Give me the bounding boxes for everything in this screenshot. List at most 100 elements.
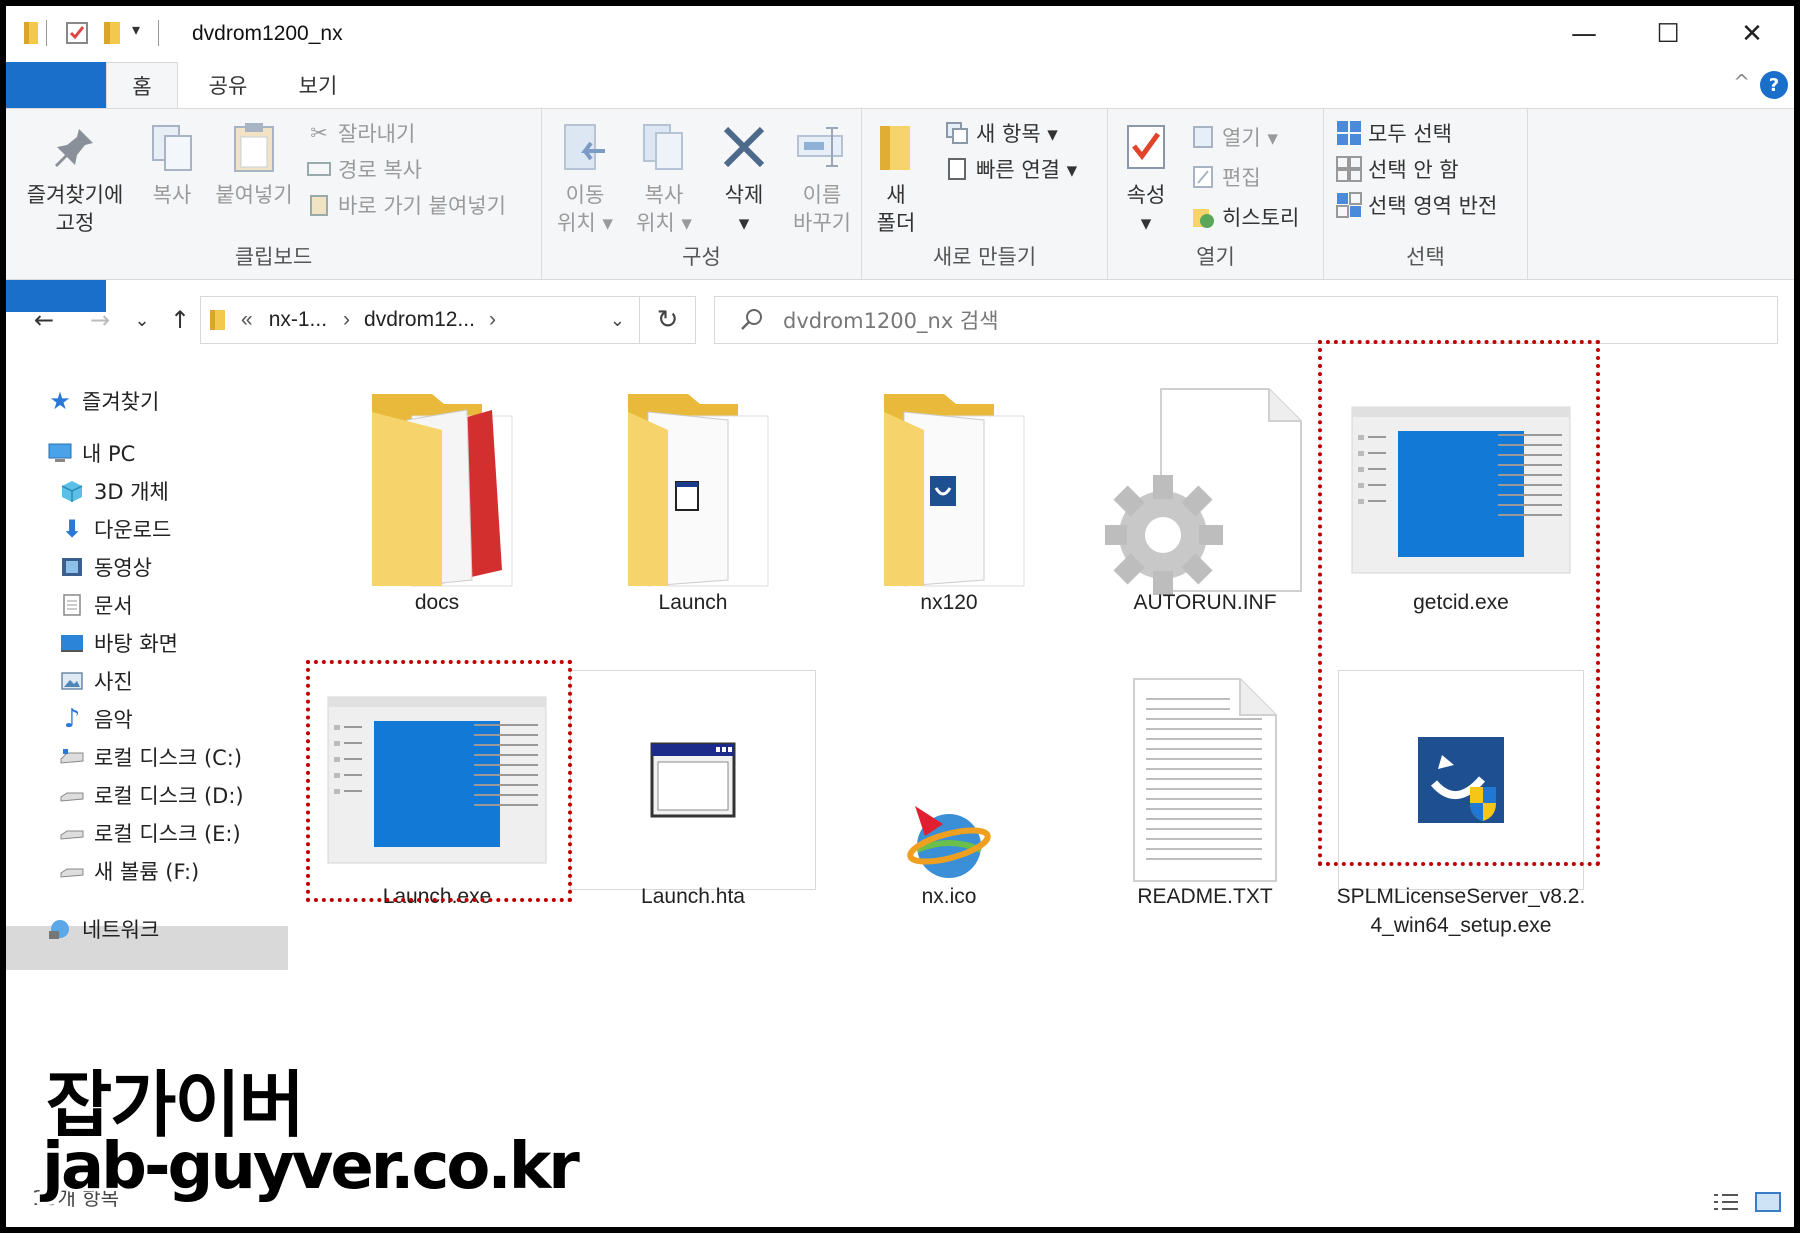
edit-icon xyxy=(1190,164,1216,190)
nav-quick-access[interactable]: ★ 즐겨찾기 xyxy=(46,380,328,422)
new-item-label: 새 항목 ▾ xyxy=(976,122,1058,146)
select-all-icon xyxy=(1336,120,1362,146)
edit-button[interactable]: 편집 xyxy=(1190,161,1261,193)
new-item-button[interactable]: 새 항목 ▾ xyxy=(944,117,1058,149)
address-dropdown-icon[interactable]: ⌄ xyxy=(610,310,625,331)
select-all-label: 모두 선택 xyxy=(1368,122,1452,146)
delete-x-icon xyxy=(723,126,765,168)
scissors-icon: ✂ xyxy=(310,121,328,145)
copy-to-button[interactable]: 복사 위치 ▾ xyxy=(624,119,704,237)
copy-to-label-1: 복사 xyxy=(644,183,684,207)
select-none-button[interactable]: 선택 안 함 xyxy=(1336,153,1459,185)
delete-button[interactable]: 삭제 ▾ xyxy=(710,119,778,237)
tab-view[interactable]: 보기 xyxy=(278,62,358,108)
properties-icon[interactable] xyxy=(64,20,90,46)
close-button[interactable]: ✕ xyxy=(1710,6,1794,62)
file-item[interactable]: nx.ico xyxy=(826,670,1072,920)
large-icons-view-icon[interactable] xyxy=(1754,1191,1782,1213)
file-name: nx.ico xyxy=(921,885,977,908)
desktop-icon xyxy=(58,629,86,657)
nav-label: 문서 xyxy=(94,594,133,618)
easy-access-icon xyxy=(944,156,970,182)
file-item[interactable]: Launch xyxy=(570,380,816,630)
invert-selection-button[interactable]: 선택 영역 반전 xyxy=(1336,189,1497,221)
move-to-button[interactable]: 이동 위치 ▾ xyxy=(550,119,620,237)
refresh-button[interactable]: ↻ xyxy=(640,296,696,344)
file-name: nx120 xyxy=(920,591,978,614)
breadcrumb-separator[interactable]: › xyxy=(343,308,350,332)
drive-icon xyxy=(58,743,86,771)
highlight-getcid-splm xyxy=(1318,340,1600,866)
explorer-window: ▾ dvdrom1200_nx — ☐ ✕ 파일 홈 공유 보기 ^ ? 즐겨찾… xyxy=(6,6,1794,1227)
cut-button[interactable]: ✂ 잘라내기 xyxy=(306,117,415,149)
breadcrumb-separator[interactable]: › xyxy=(489,308,496,332)
tab-share[interactable]: 공유 xyxy=(188,62,268,108)
maximize-button[interactable]: ☐ xyxy=(1626,6,1710,62)
folder-with-documents-icon xyxy=(314,380,560,600)
copy-path-button[interactable]: 경로 복사 xyxy=(306,153,422,185)
new-item-icon xyxy=(944,120,970,146)
collapse-ribbon-icon[interactable]: ^ xyxy=(1733,70,1750,94)
new-folder-button[interactable]: 새 폴더 xyxy=(868,119,924,237)
properties-button[interactable]: 속성 ▾ xyxy=(1114,119,1178,237)
paste-shortcut-button[interactable]: 바로 가기 붙여넣기 xyxy=(306,189,506,221)
file-item[interactable]: docs xyxy=(314,380,560,630)
rename-icon xyxy=(797,127,843,167)
nav-network[interactable]: 네트워크 xyxy=(46,908,328,950)
back-button[interactable]: ← xyxy=(26,302,62,338)
paste-button[interactable]: 붙여넣기 xyxy=(206,119,302,209)
copy-to-label-2: 위치 ▾ xyxy=(636,211,692,235)
open-icon xyxy=(1190,124,1216,150)
forward-button[interactable]: → xyxy=(82,302,118,338)
folder-with-nx-icon xyxy=(826,380,1072,600)
file-item[interactable]: nx120 xyxy=(826,380,1072,630)
select-group-label: 선택 xyxy=(1406,245,1445,269)
overflow-chevron[interactable]: « xyxy=(241,308,253,332)
address-bar[interactable]: « nx-1... › dvdrom12... › ⌄ xyxy=(200,296,640,344)
details-view-icon[interactable] xyxy=(1712,1191,1740,1213)
recent-locations-button[interactable]: ⌄ xyxy=(124,302,160,338)
nav-this-pc[interactable]: 내 PC xyxy=(46,432,328,474)
nav-label: 로컬 디스크 (E:) xyxy=(94,822,241,846)
folder-with-app-icon xyxy=(570,380,816,600)
select-group: 모두 선택 선택 안 함 선택 영역 반전 선택 xyxy=(1324,109,1528,279)
hta-app-window-icon xyxy=(570,670,816,890)
file-name: README.TXT xyxy=(1137,885,1273,908)
folder-icon xyxy=(210,310,225,330)
tab-home[interactable]: 홈 xyxy=(106,62,178,108)
breadcrumb-nx[interactable]: nx-1... xyxy=(269,308,327,332)
history-button[interactable]: 히스토리 xyxy=(1190,201,1299,233)
easy-access-button[interactable]: 빠른 연결 ▾ xyxy=(944,153,1077,185)
select-all-button[interactable]: 모두 선택 xyxy=(1336,117,1452,149)
title-bar: ▾ dvdrom1200_nx — ☐ ✕ xyxy=(6,6,1794,62)
pin-to-quick-access-button[interactable]: 즐겨찾기에 고정 xyxy=(16,119,134,237)
breadcrumb-dvdrom[interactable]: dvdrom12... xyxy=(364,308,475,332)
drive-icon xyxy=(58,819,86,847)
document-icon xyxy=(58,591,86,619)
cut-label: 잘라내기 xyxy=(338,122,416,146)
pin-icon xyxy=(55,129,93,167)
paste-label: 붙여넣기 xyxy=(215,183,293,207)
copy-button[interactable]: 복사 xyxy=(138,119,206,209)
quick-access-dropdown-icon[interactable]: ▾ xyxy=(132,20,140,39)
history-label: 히스토리 xyxy=(1222,206,1300,230)
copy-icon xyxy=(152,125,192,171)
file-name: AUTORUN.INF xyxy=(1133,591,1277,614)
file-item[interactable]: Launch.hta xyxy=(570,670,816,920)
new-folder-icon[interactable] xyxy=(102,20,122,46)
rename-button[interactable]: 이름 바꾸기 xyxy=(782,119,862,237)
file-item[interactable]: README.TXT xyxy=(1082,670,1328,920)
nav-label: 네트워크 xyxy=(82,918,160,942)
search-input[interactable]: dvdrom1200_nx 검색 xyxy=(714,296,1778,344)
open-button[interactable]: 열기 ▾ xyxy=(1190,121,1278,153)
copy-to-icon xyxy=(643,124,683,170)
up-button[interactable]: ↑ xyxy=(162,302,198,338)
file-name-line2: 4_win64_setup.exe xyxy=(1370,914,1552,937)
minimize-button[interactable]: — xyxy=(1542,6,1626,62)
new-folder-label-2: 폴더 xyxy=(876,211,916,235)
view-buttons xyxy=(1712,1191,1782,1213)
file-item[interactable]: AUTORUN.INF xyxy=(1082,380,1328,630)
highlight-launch-exe xyxy=(306,660,572,902)
help-button[interactable]: ? xyxy=(1760,71,1788,99)
copy-path-label: 경로 복사 xyxy=(338,158,422,182)
